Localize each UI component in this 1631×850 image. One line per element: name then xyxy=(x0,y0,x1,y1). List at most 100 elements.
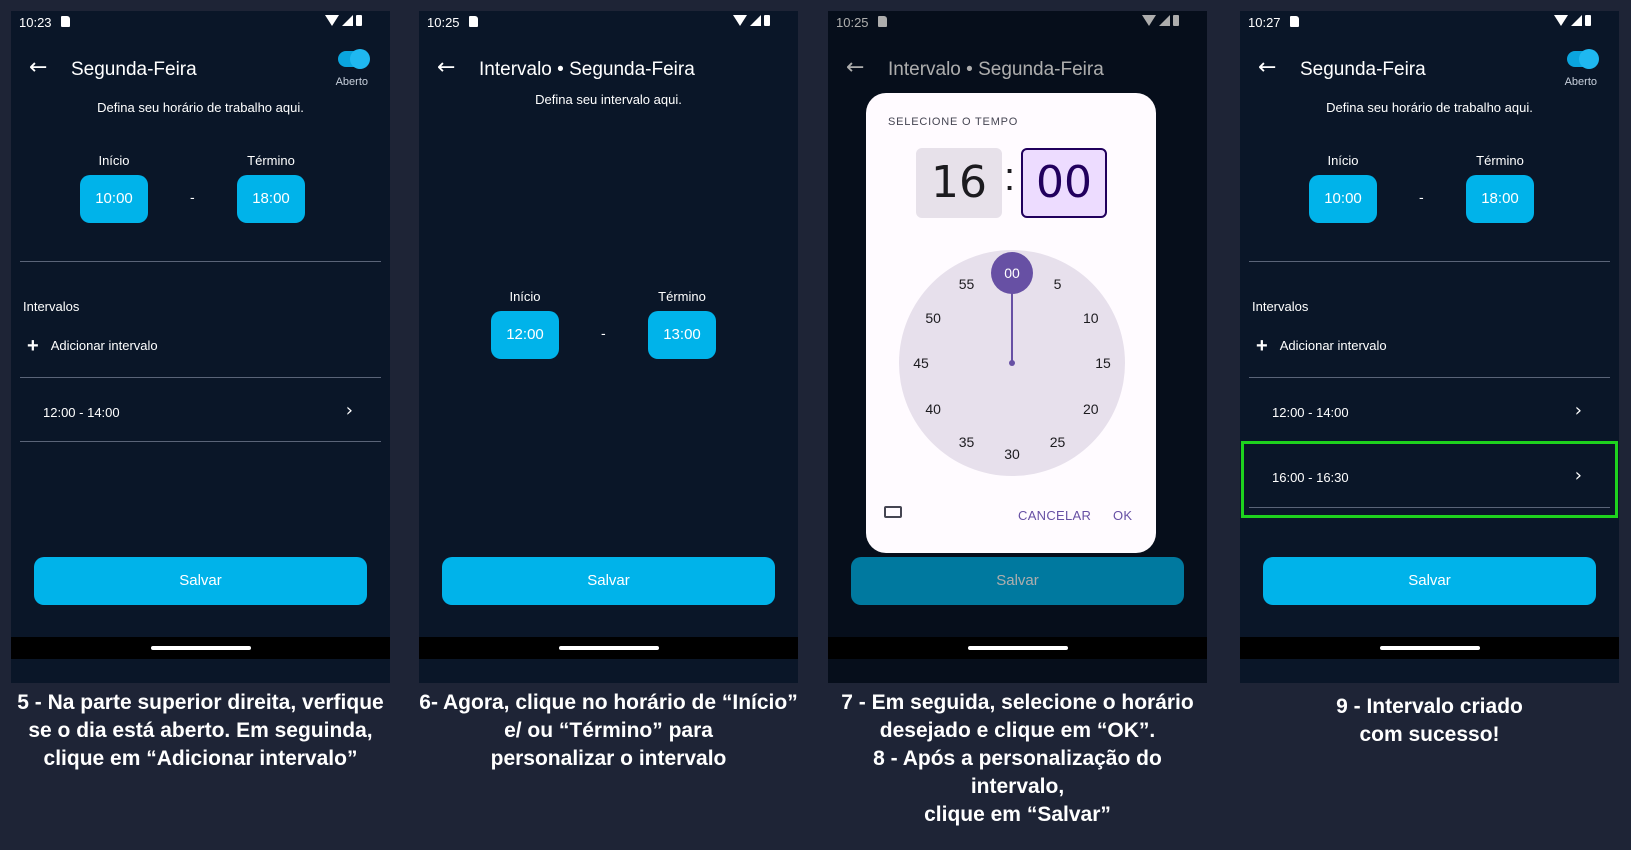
status-time: 10:25 xyxy=(427,15,460,30)
panel-step-9: 10:27 ← Segunda-Feira Aberto Defina seu … xyxy=(1240,11,1619,749)
start-time-button[interactable]: 10:00 xyxy=(1309,175,1377,223)
open-toggle[interactable] xyxy=(338,49,370,69)
battery-icon xyxy=(356,15,362,26)
home-indicator[interactable] xyxy=(967,646,1068,650)
end-time-button[interactable]: 13:00 xyxy=(648,311,716,359)
selected-minute[interactable]: 00 xyxy=(991,252,1033,294)
interval-time: 12:00 - 14:00 xyxy=(43,405,120,420)
back-arrow-icon[interactable]: ← xyxy=(437,55,455,80)
wifi-icon xyxy=(325,15,339,26)
clock-number[interactable]: 5 xyxy=(1043,274,1073,294)
clock-number[interactable]: 45 xyxy=(906,353,936,373)
home-indicator[interactable] xyxy=(1379,646,1480,650)
save-button[interactable]: Salvar xyxy=(442,557,775,605)
chevron-right-icon: › xyxy=(345,400,353,421)
toggle-label: Aberto xyxy=(335,76,368,88)
start-column: Início 10:00 xyxy=(79,153,149,223)
nav-bar xyxy=(11,637,390,659)
battery-icon xyxy=(764,15,770,26)
start-time-button[interactable]: 12:00 xyxy=(491,311,559,359)
cancel-button[interactable]: CANCELAR xyxy=(1018,508,1091,523)
add-interval-button[interactable]: + Adicionar intervalo xyxy=(1256,336,1387,356)
clock-number[interactable]: 40 xyxy=(918,399,948,419)
save-button[interactable]: Salvar xyxy=(1263,557,1596,605)
step-caption: 5 - Na parte superior direita, verfique … xyxy=(17,691,384,770)
end-label: Término xyxy=(247,153,295,168)
step-caption: 7 - Em seguida, selecione o horário dese… xyxy=(841,691,1194,826)
minute-field[interactable]: 00 xyxy=(1021,148,1107,218)
end-column: Término 13:00 xyxy=(647,289,717,359)
clock-number[interactable]: 30 xyxy=(997,444,1027,464)
app-bar: ← Segunda-Feira Aberto xyxy=(11,41,390,99)
page-title: Segunda-Feira xyxy=(71,59,197,80)
status-bar: 10:23 xyxy=(11,11,390,41)
open-toggle[interactable] xyxy=(1567,49,1599,69)
clock-dial[interactable]: 00 5 10 15 20 25 30 35 40 45 50 55 xyxy=(899,250,1125,476)
plus-icon: + xyxy=(27,334,39,357)
home-indicator[interactable] xyxy=(150,646,251,650)
nav-bar xyxy=(419,637,798,659)
subtitle: Defina seu intervalo aqui. xyxy=(535,92,682,107)
start-time-button[interactable]: 10:00 xyxy=(80,175,148,223)
app-bar: ← Segunda-Feira Aberto xyxy=(1240,41,1619,99)
start-column: Início 12:00 xyxy=(490,289,560,359)
time-picker-dialog: SELECIONE O TEMPO 16 : 00 00 5 10 15 20 25 30… xyxy=(866,93,1156,553)
subtitle: Defina seu horário de trabalho aqui. xyxy=(97,100,304,115)
end-time-button[interactable]: 18:00 xyxy=(237,175,305,223)
wifi-icon xyxy=(733,15,747,26)
step-caption: 6- Agora, clique no horário de “Início” … xyxy=(419,691,798,770)
clock-number[interactable]: 35 xyxy=(952,432,982,452)
status-time: 10:27 xyxy=(1248,15,1281,30)
start-label: Início xyxy=(98,153,130,168)
home-indicator[interactable] xyxy=(558,646,659,650)
wifi-icon xyxy=(1554,15,1568,26)
clock-number[interactable]: 50 xyxy=(918,308,948,328)
nav-bar xyxy=(828,637,1207,659)
sd-card-icon xyxy=(469,16,478,27)
back-arrow-icon[interactable]: ← xyxy=(1258,55,1276,80)
toggle-label: Aberto xyxy=(1564,76,1597,88)
phone-screen: 10:23 ← Segunda-Feira Aberto Defina seu … xyxy=(11,11,390,683)
signal-icon xyxy=(342,15,353,26)
divider xyxy=(20,261,381,262)
step-caption: 9 - Intervalo criado com sucesso! xyxy=(1336,695,1523,746)
panel-step-5: 10:23 ← Segunda-Feira Aberto Defina seu … xyxy=(11,11,390,773)
clock-number[interactable]: 20 xyxy=(1076,399,1106,419)
divider xyxy=(20,441,381,442)
status-bar: 10:25 xyxy=(419,11,798,41)
start-column: Início 10:00 xyxy=(1308,153,1378,223)
interval-row[interactable]: 12:00 - 14:00 › xyxy=(20,378,381,442)
add-interval-label: Adicionar intervalo xyxy=(1279,338,1387,353)
battery-icon xyxy=(1585,15,1591,26)
ok-button[interactable]: OK xyxy=(1113,508,1132,523)
panel-step-6: 10:25 ← Intervalo • Segunda-Feira Defina… xyxy=(419,11,798,773)
end-time-button[interactable]: 18:00 xyxy=(1466,175,1534,223)
intervals-label: Intervalos xyxy=(1252,299,1309,314)
clock-number[interactable]: 55 xyxy=(952,274,982,294)
panel-step-7-8: 10:25 ← Intervalo • Segunda-Feira Salvar… xyxy=(828,11,1207,829)
hour-field[interactable]: 16 xyxy=(916,148,1002,218)
start-label: Início xyxy=(1327,153,1359,168)
clock-number[interactable]: 10 xyxy=(1076,308,1106,328)
end-label: Término xyxy=(658,289,706,304)
end-column: Término 18:00 xyxy=(236,153,306,223)
interval-row[interactable]: 12:00 - 14:00 › xyxy=(1249,378,1610,442)
keyboard-icon[interactable] xyxy=(884,506,902,518)
phone-screen: 10:25 ← Intervalo • Segunda-Feira Defina… xyxy=(419,11,798,683)
save-button[interactable]: Salvar xyxy=(34,557,367,605)
add-interval-label: Adicionar intervalo xyxy=(50,338,158,353)
new-interval-highlight xyxy=(1241,441,1618,518)
clock-number[interactable]: 15 xyxy=(1088,353,1118,373)
add-interval-button[interactable]: + Adicionar intervalo xyxy=(27,334,158,357)
sd-card-icon xyxy=(1290,16,1299,27)
sd-card-icon xyxy=(61,16,70,27)
chevron-right-icon: › xyxy=(1574,400,1582,421)
nav-bar xyxy=(1240,637,1619,659)
clock-number[interactable]: 25 xyxy=(1043,432,1073,452)
dash-separator: - xyxy=(190,189,195,205)
status-time: 10:23 xyxy=(19,15,52,30)
clock-center xyxy=(1009,360,1015,366)
dialog-title: SELECIONE O TEMPO xyxy=(888,116,1019,128)
interval-time: 12:00 - 14:00 xyxy=(1272,405,1349,420)
back-arrow-icon[interactable]: ← xyxy=(29,55,47,80)
